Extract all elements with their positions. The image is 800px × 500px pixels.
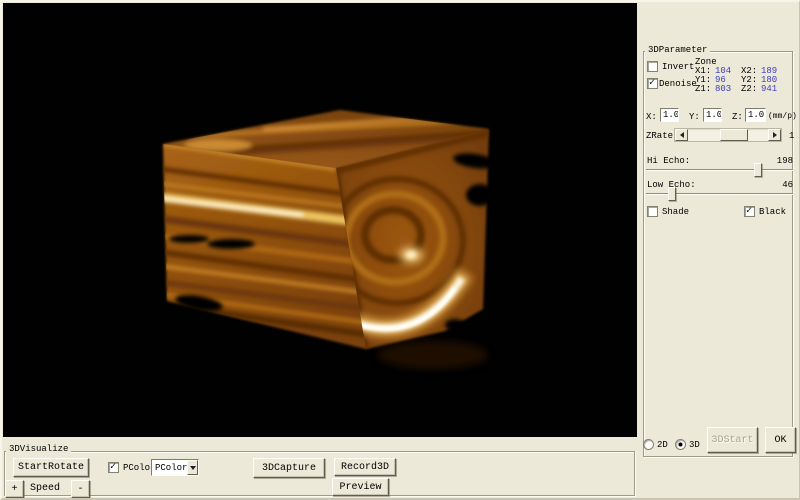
black-label: Black — [759, 207, 786, 217]
pcolor-dropdown[interactable]: PColor — [151, 459, 199, 476]
scale-y-input[interactable] — [703, 108, 722, 122]
low-echo-value: 46 — [762, 180, 793, 190]
hi-echo-value: 198 — [762, 156, 793, 166]
hi-echo-label: Hi Echo: — [647, 156, 690, 166]
start-rotate-button[interactable]: StartRotate — [13, 458, 89, 477]
render-haze — [378, 341, 488, 369]
pcolor-checkbox[interactable] — [108, 462, 119, 473]
speed-label: Speed — [30, 484, 60, 494]
radio-3d-label: 3D — [689, 440, 700, 450]
scale-y-label: Y: — [689, 112, 700, 122]
zrate-value: 1 — [789, 131, 794, 141]
ultrasound-volume-render — [3, 3, 637, 437]
shade-checkbox[interactable] — [647, 206, 658, 217]
scale-z-label: Z: — [732, 112, 743, 122]
render-viewport[interactable] — [3, 3, 637, 437]
speed-minus-button[interactable]: - — [71, 480, 90, 498]
zone-z1-value: 803 — [715, 84, 731, 94]
arrow-left-icon — [677, 132, 684, 138]
radio-2d-label: 2D — [657, 440, 668, 450]
record3d-button[interactable]: Record3D — [334, 458, 396, 476]
speed-plus-button[interactable]: + — [5, 480, 24, 498]
zrate-scrollbar-thumb[interactable] — [720, 129, 748, 141]
radio-3d[interactable] — [675, 439, 686, 450]
shade-label: Shade — [662, 207, 689, 217]
hi-echo-slider-track — [646, 169, 793, 171]
denoise-label: Denoise — [659, 79, 697, 89]
zrate-label: ZRate — [646, 131, 673, 141]
pcolor-dropdown-value: PColor — [152, 463, 187, 473]
visualize-group-title: 3DVisualize — [6, 444, 71, 455]
low-echo-slider[interactable] — [646, 193, 793, 207]
scale-x-input[interactable] — [660, 108, 679, 122]
zrate-scroll-left-button[interactable] — [675, 129, 688, 141]
zrate-scrollbar[interactable] — [674, 128, 782, 142]
pcolor-dropdown-arrow-button[interactable] — [187, 460, 198, 475]
radio-2d[interactable] — [643, 439, 654, 450]
invert-label: Invert — [662, 62, 694, 72]
ok-button[interactable]: OK — [765, 427, 796, 453]
black-checkbox[interactable] — [744, 206, 755, 217]
denoise-checkbox[interactable] — [647, 78, 658, 89]
chevron-down-icon — [190, 466, 196, 473]
app-window: 3DParameter Invert Denoise Zone X1: 104 … — [0, 0, 800, 500]
invert-checkbox[interactable] — [647, 61, 658, 72]
zone-z2-label: Z2: — [741, 84, 757, 94]
scale-z-input[interactable] — [745, 108, 766, 122]
zone-z2-value: 941 — [761, 84, 777, 94]
scale-x-label: X: — [646, 112, 657, 122]
hi-echo-slider-thumb[interactable] — [754, 163, 762, 177]
parameter-group-title: 3DParameter — [645, 45, 710, 56]
preview-button[interactable]: Preview — [332, 478, 389, 496]
zrate-scroll-right-button[interactable] — [768, 129, 781, 141]
zone-z1-label: Z1: — [695, 84, 711, 94]
arrow-right-icon — [773, 132, 780, 138]
low-echo-slider-thumb[interactable] — [668, 187, 676, 201]
scale-unit-label: (mm/p) — [768, 112, 797, 122]
capture3d-button[interactable]: 3DCapture — [253, 458, 325, 478]
start3d-button[interactable]: 3DStart — [707, 427, 758, 453]
